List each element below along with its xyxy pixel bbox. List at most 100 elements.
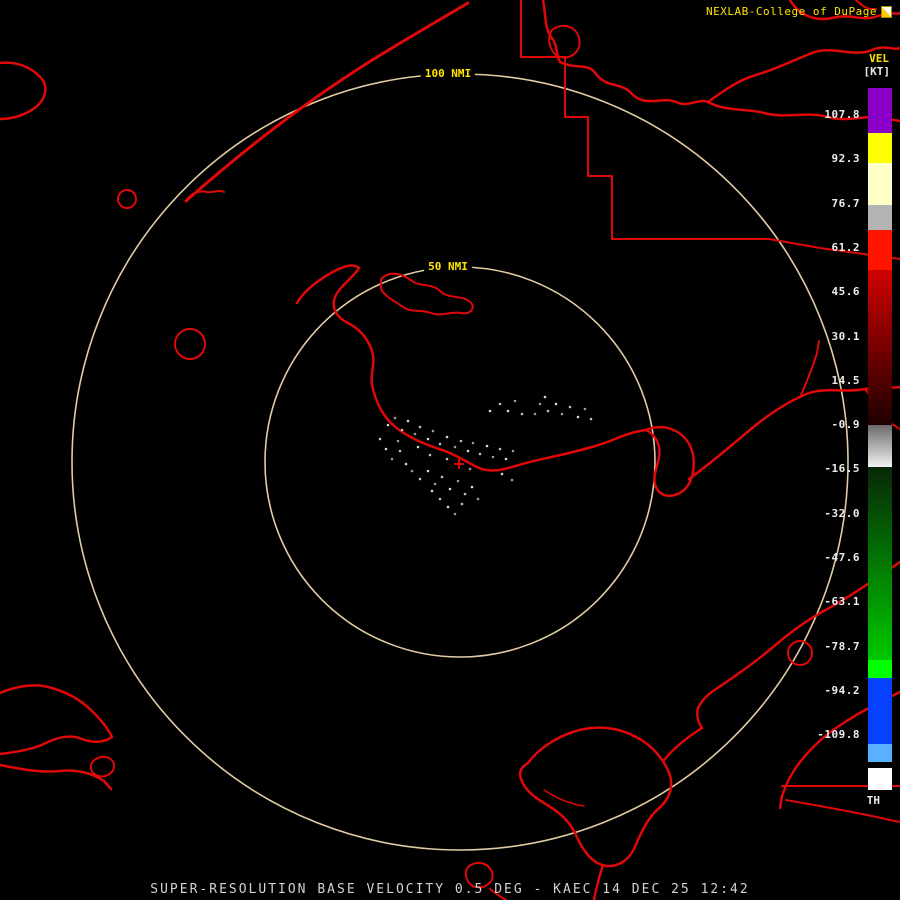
colorbar-segment [868,133,892,163]
velocity-echo-dot [470,485,474,489]
velocity-echo-dot [448,487,452,491]
velocity-echo-dot [491,455,495,459]
velocity-echo-dot [468,467,472,471]
coastline-path [558,60,710,106]
velocity-echo-dot [459,439,463,443]
coastline-path [184,1,470,203]
coastline-path [295,264,648,472]
velocity-echo-dot [426,437,430,441]
colorbar-tick-label: 107.8 [824,108,860,121]
coastline-path [185,189,225,202]
coastline-path [0,61,47,121]
velocity-echo-dot [466,449,470,453]
velocity-echo-dot [404,462,408,466]
colorbar-segment [868,744,892,762]
velocity-echo-dot [510,478,514,482]
coastline-path [785,799,900,823]
coastline-path [380,272,474,316]
colorbar-segment [868,425,892,467]
map-circle [787,640,813,666]
colorbar-tick-label: -32.0 [824,506,860,520]
velocity-echo-dot [504,457,508,461]
map-circle [174,328,206,360]
velocity-echo-dot [498,447,502,451]
coastline-path [662,726,704,762]
radar-display: NEXLAB-College of DuPage VEL [KT] 107.8 9… [0,0,900,900]
colorbar-tick-label: 30.1 [831,329,860,343]
velocity-echo-dot [511,449,515,453]
velocity-echo-dot [384,447,388,451]
velocity-echo-dot [576,415,580,419]
velocity-colorbar [868,88,892,790]
colorbar-tick-label: 61.2 [831,240,860,254]
header-title-text: NEXLAB-College of DuPage [706,5,877,18]
velocity-echo-dot [390,457,394,461]
velocity-echo-dot [413,432,417,436]
colorbar-segment [868,467,892,660]
velocity-echo-dot [583,407,587,411]
colorbar-tick-label: -63.1 [824,595,860,609]
colorbar-tick-label: -16.5 [824,462,860,476]
velocity-echo-dot [445,435,449,439]
velocity-echo-dot [378,437,382,441]
velocity-echo-dot [453,512,457,516]
colorbar-segment [868,270,892,425]
colorbar-segment [868,768,892,790]
coastline-path [800,340,820,396]
colorbar-tick-label: -78.7 [824,639,860,653]
colorbar-segment [868,163,892,205]
velocity-echo-dot [418,477,422,481]
velocity-echo-dot [500,472,504,476]
colorbar-tick-label: -94.2 [824,683,860,697]
velocity-echo-dot [538,402,542,406]
velocity-echo-dot [446,505,450,509]
velocity-echo-dot [476,497,480,501]
velocity-echo-dot [460,502,464,506]
velocity-echo-dot [506,409,510,413]
velocity-echo-dot [430,489,434,493]
colorbar-segment [868,660,892,678]
velocity-echo-dot [386,423,390,427]
velocity-echo-dot [485,444,489,448]
coastline-path [0,684,114,756]
velocity-echo-dot [520,412,524,416]
coastline-path [518,726,673,868]
colorbar-tick-label: -109.8 [817,728,860,742]
velocity-echo-dot [433,482,437,486]
velocity-echo-dot [438,442,442,446]
colorbar-tick-label: -0.9 [831,418,860,432]
velocity-echo-dot [554,402,558,406]
velocity-echo-dot [428,453,432,457]
velocity-echo-dot [453,445,457,449]
velocity-echo-dot [543,395,547,399]
velocity-echo-dot [568,405,572,409]
map-circle [117,189,137,209]
velocity-echo-dot [410,469,414,473]
velocity-echo-dot [398,449,402,453]
colorbar-tick-label: 14.5 [831,373,860,387]
coastline-path [89,755,115,778]
velocity-echo-dot [471,441,475,445]
velocity-echo-dot [546,409,550,413]
velocity-echo-dot [440,475,444,479]
velocity-echo-dot [426,469,430,473]
velocity-echo-dot [513,399,517,403]
header-title: NEXLAB-College of DuPage [706,5,892,18]
velocity-echo-dot [416,445,420,449]
range-ring-label: 100 NMI [420,67,476,80]
cod-logo-icon [881,5,892,18]
velocity-echo-dot [533,412,537,416]
velocity-echo-dot [445,457,449,461]
coastline-path [0,763,113,791]
velocity-echo-dot [560,412,564,416]
velocity-echo-dot [431,429,435,433]
colorbar-tick-label: 76.7 [831,196,860,210]
velocity-echo-dot [418,425,422,429]
colorbar-segment [868,205,892,230]
velocity-echo-dot [438,497,442,501]
colorbar-unit-sub: [KT] [863,65,891,78]
velocity-echo-dot [406,419,410,423]
range-ring-label: 50 NMI [424,260,472,273]
coastline-path [543,789,585,807]
velocity-echo-dot [478,452,482,456]
